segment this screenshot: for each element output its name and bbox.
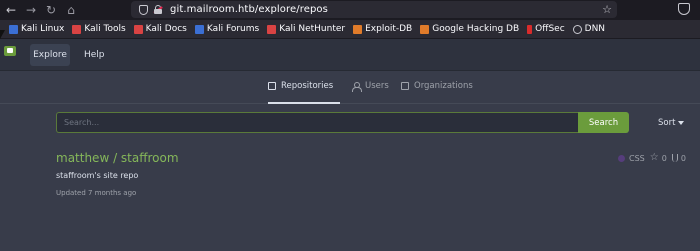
tab-organizations[interactable]: Organizations	[401, 81, 473, 104]
tracking-shield-icon[interactable]	[139, 4, 148, 15]
stars-count-item[interactable]: ☆ 0	[650, 153, 667, 163]
kali-icon	[9, 24, 18, 34]
nav-help[interactable]: Help	[84, 44, 105, 66]
fork-icon	[671, 154, 678, 162]
repo-language: CSS	[629, 153, 645, 163]
address-bar[interactable]: git.mailroom.htb/explore/repos ☆	[131, 1, 617, 18]
language-color-dot	[618, 154, 625, 162]
stars-count: 0	[661, 153, 667, 163]
kali-forums-icon	[194, 24, 204, 34]
tab-label: Repositories	[281, 81, 334, 91]
repo-link[interactable]: matthew / staffroom	[56, 151, 179, 165]
sort-label: Sort	[658, 118, 676, 128]
star-icon: ☆	[649, 152, 659, 163]
forks-count: 0	[680, 153, 686, 163]
globe-icon	[572, 24, 582, 34]
bookmark-google-hacking-db[interactable]: Google Hacking DB	[420, 24, 519, 34]
bookmark-label: Kali NetHunter	[279, 24, 346, 34]
kali-tools-icon	[72, 24, 82, 34]
bookmark-label: Kali Docs	[145, 24, 187, 34]
bookmark-kali-nethunter[interactable]: Kali NetHunter	[267, 24, 345, 34]
browser-toolbar: ← → ↻ ⌂ git.mailroom.htb/explore/repos ☆	[0, 0, 700, 20]
search-button[interactable]: Search	[578, 112, 629, 133]
organization-icon	[401, 82, 409, 90]
repo-meta: CSS ☆ 0 0	[618, 153, 691, 163]
kali-docs-icon	[133, 24, 143, 34]
site-header: Explore Help	[0, 39, 700, 71]
caret-down-icon	[678, 120, 685, 125]
pocket-icon[interactable]	[678, 3, 690, 15]
bookmark-label: OffSec	[535, 24, 565, 34]
repo-description: staffroom's site repo	[56, 171, 139, 180]
insecure-lock-icon[interactable]	[153, 5, 163, 14]
bookmark-kali-tools[interactable]: Kali Tools	[72, 24, 126, 34]
back-arrow-icon[interactable]: ←	[1, 0, 21, 20]
gitea-logo-icon[interactable]	[4, 46, 16, 56]
bookmark-kali-docs[interactable]: Kali Docs	[133, 24, 187, 34]
tab-label: Users	[365, 81, 389, 91]
sort-dropdown[interactable]: Sort	[658, 118, 685, 128]
bookmark-label: DNN	[584, 24, 606, 34]
bookmark-exploit-db[interactable]: Exploit-DB	[353, 24, 412, 34]
bookmark-offsec[interactable]: OffSec	[527, 24, 565, 34]
home-icon[interactable]: ⌂	[61, 0, 81, 20]
offsec-icon	[527, 24, 533, 34]
bookmark-star-icon[interactable]: ☆	[602, 1, 612, 18]
tab-repositories[interactable]: Repositories	[268, 81, 340, 104]
bookmark-kali-forums[interactable]: Kali Forums	[194, 24, 260, 34]
repo-icon	[268, 82, 276, 90]
bookmarks-bar: Kali Linux Kali Tools Kali Docs Kali For…	[0, 20, 700, 39]
bookmark-label: Google Hacking DB	[432, 24, 520, 34]
bookmark-label: Exploit-DB	[365, 24, 413, 34]
bookmark-label: Kali Tools	[84, 24, 126, 34]
search-form: Search	[56, 112, 629, 133]
repo-updated-time: Updated 7 months ago	[56, 189, 137, 197]
bookmark-label: Kali Linux	[21, 24, 65, 34]
tab-label: Organizations	[414, 81, 473, 91]
bookmark-kali-linux[interactable]: Kali Linux	[9, 24, 64, 34]
search-input[interactable]	[56, 112, 578, 133]
mouse-cursor-icon	[0, 30, 5, 39]
person-icon	[352, 82, 362, 92]
reload-icon[interactable]: ↻	[41, 0, 61, 20]
bookmark-dnn[interactable]: DNN	[572, 24, 606, 34]
nav-explore[interactable]: Explore	[30, 44, 70, 66]
forks-count-item[interactable]: 0	[671, 153, 686, 163]
nethunter-icon	[267, 24, 277, 34]
url-text[interactable]: git.mailroom.htb/explore/repos	[170, 4, 328, 15]
ghdb-icon	[420, 24, 430, 34]
exploit-db-icon	[353, 24, 363, 34]
forward-arrow-icon[interactable]: →	[21, 0, 41, 20]
explore-tabs: Repositories Users Organizations	[0, 71, 700, 104]
tab-users[interactable]: Users	[352, 81, 389, 104]
bookmark-label: Kali Forums	[206, 24, 260, 34]
